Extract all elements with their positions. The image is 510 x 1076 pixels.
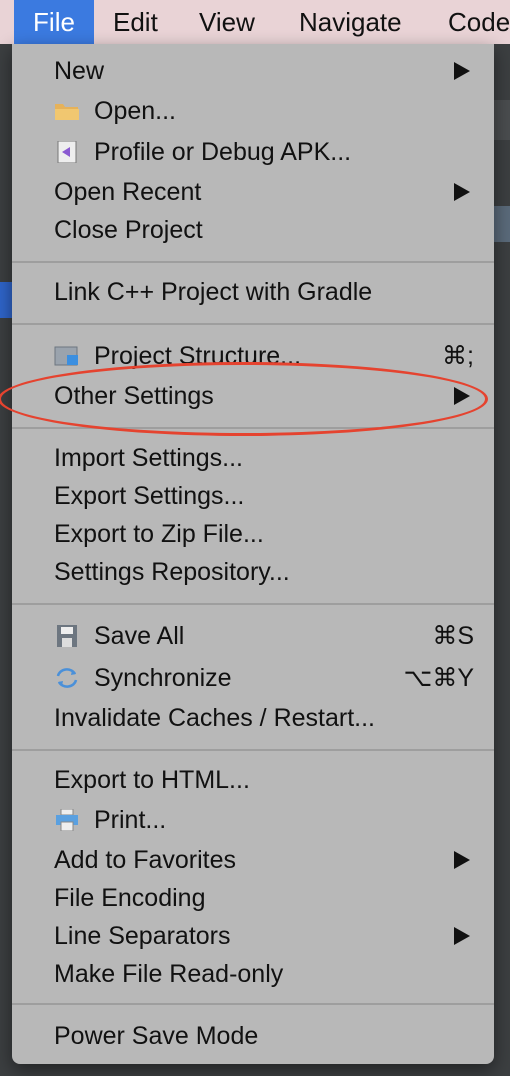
menu-item-label: Profile or Debug APK... — [94, 138, 352, 166]
menu-item-profile-debug-apk[interactable]: Profile or Debug APK... — [12, 133, 494, 171]
menu-item-file-encoding[interactable]: File Encoding — [12, 879, 494, 917]
menu-item-label: Power Save Mode — [54, 1022, 259, 1050]
menu-item-label: New — [54, 57, 105, 85]
menu-item-invalidate-caches[interactable]: Invalidate Caches / Restart... — [12, 699, 494, 737]
submenu-arrow-icon — [454, 927, 470, 945]
menu-item-save-all[interactable]: Save All ⌘S — [12, 617, 494, 655]
project-structure-icon — [54, 346, 78, 366]
menu-item-label: Export to HTML... — [54, 766, 250, 794]
printer-icon — [56, 809, 78, 831]
apk-icon — [57, 141, 77, 163]
menu-item-label: Add to Favorites — [54, 846, 237, 874]
menu-item-label: Synchronize — [94, 664, 232, 692]
menu-item-label: Import Settings... — [54, 444, 243, 472]
submenu-arrow-icon — [454, 851, 470, 869]
shortcut-label: ⌘S — [432, 622, 474, 650]
menu-separator — [12, 749, 494, 751]
ide-background-panel — [494, 100, 510, 140]
file-menu-dropdown: New Open... Profile or Debug APK... Open… — [0, 44, 494, 1064]
menu-item-label: Make File Read-only — [54, 960, 284, 988]
menu-item-label: File Encoding — [54, 884, 206, 912]
ide-left-selection — [0, 282, 12, 318]
save-icon — [57, 625, 77, 647]
menu-item-label: Settings Repository... — [54, 558, 290, 586]
folder-icon — [55, 104, 79, 120]
menu-item-close-project[interactable]: Close Project — [12, 211, 494, 249]
menu-item-export-html[interactable]: Export to HTML... — [12, 761, 494, 799]
menu-item-power-save-mode[interactable]: Power Save Mode — [12, 1017, 494, 1055]
menu-item-open-recent[interactable]: Open Recent — [12, 173, 494, 211]
menu-item-new[interactable]: New — [12, 52, 494, 90]
menu-separator — [12, 323, 494, 325]
menu-item-label: Export Settings... — [54, 482, 245, 510]
menu-item-settings-repository[interactable]: Settings Repository... — [12, 553, 494, 591]
highlight-ellipse — [0, 362, 488, 436]
menu-separator — [12, 1003, 494, 1005]
menu-item-label: Export to Zip File... — [54, 520, 264, 548]
menu-item-import-settings[interactable]: Import Settings... — [12, 439, 494, 477]
sync-icon — [56, 668, 78, 688]
menu-item-label: Open Recent — [54, 178, 202, 206]
ide-background-tab — [494, 206, 510, 242]
menu-item-add-favorites[interactable]: Add to Favorites — [12, 841, 494, 879]
menu-item-link-cpp[interactable]: Link C++ Project with Gradle — [12, 273, 494, 311]
menu-item-synchronize[interactable]: Synchronize ⌥⌘Y — [12, 659, 494, 697]
shortcut-label: ⌥⌘Y — [403, 664, 474, 692]
menu-item-label: Invalidate Caches / Restart... — [54, 704, 375, 732]
menu-code[interactable]: Code — [448, 0, 510, 44]
submenu-arrow-icon — [454, 183, 470, 201]
menu-item-open[interactable]: Open... — [12, 92, 494, 130]
menu-item-label: Save All — [94, 622, 185, 650]
menu-item-export-settings[interactable]: Export Settings... — [12, 477, 494, 515]
menu-item-label: Open... — [94, 97, 176, 125]
menu-separator — [12, 603, 494, 605]
shortcut-label: ⌘; — [442, 342, 474, 370]
menu-item-label: Link C++ Project with Gradle — [54, 278, 373, 306]
submenu-arrow-icon — [454, 62, 470, 80]
menu-item-export-zip[interactable]: Export to Zip File... — [12, 515, 494, 553]
menu-separator — [12, 261, 494, 263]
menu-navigate[interactable]: Navigate — [299, 0, 402, 44]
menu-item-label: Line Separators — [54, 922, 231, 950]
menu-bar: File Edit View Navigate Code — [0, 0, 510, 44]
menu-item-make-read-only[interactable]: Make File Read-only — [12, 955, 494, 993]
menu-view[interactable]: View — [199, 0, 255, 44]
menu-item-line-separators[interactable]: Line Separators — [12, 917, 494, 955]
menu-file[interactable]: File — [14, 0, 94, 44]
menu-item-label: Print... — [94, 806, 167, 834]
menu-edit[interactable]: Edit — [113, 0, 158, 44]
menu-item-print[interactable]: Print... — [12, 801, 494, 839]
menu-item-label: Close Project — [54, 216, 203, 244]
